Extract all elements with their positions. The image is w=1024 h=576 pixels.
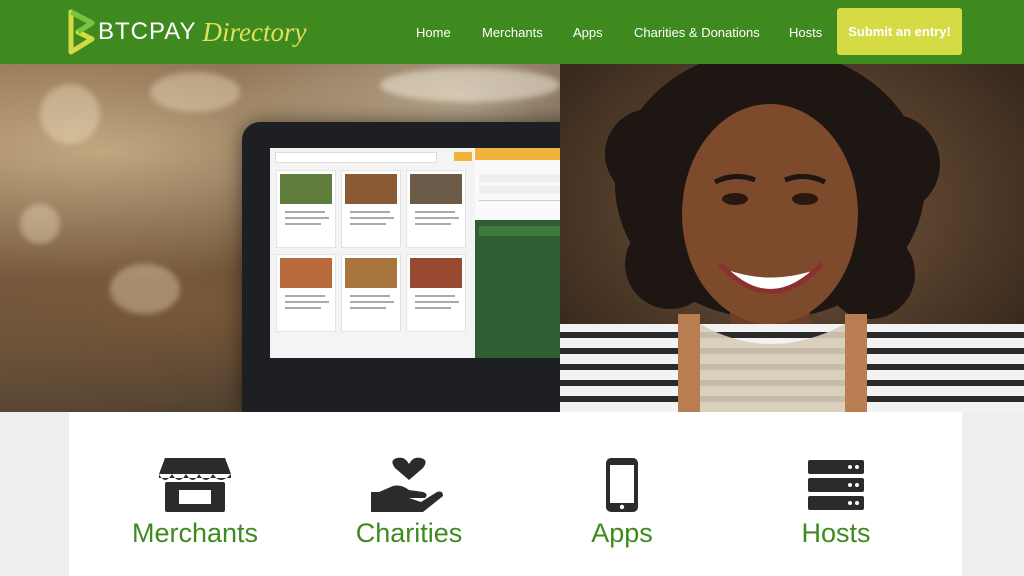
category-merchants[interactable]: Merchants: [95, 412, 295, 576]
pos-search-button: [454, 152, 472, 161]
heart-hand-icon: [371, 457, 443, 512]
logo-text: BTCPAY: [98, 18, 197, 45]
tablet-device: [242, 122, 607, 412]
category-section: Merchants Charities Apps Hosts: [69, 412, 962, 576]
category-label: Hosts: [801, 518, 871, 548]
pos-search-field: [275, 152, 437, 163]
btcpay-logo-icon: [68, 9, 95, 55]
category-hosts[interactable]: Hosts: [736, 412, 936, 576]
nav-apps[interactable]: Apps: [573, 25, 603, 40]
category-label: Charities: [355, 518, 463, 548]
nav-charities-donations[interactable]: Charities & Donations: [634, 25, 760, 40]
category-charities[interactable]: Charities: [309, 412, 509, 576]
submit-entry-button[interactable]: Submit an entry!: [837, 8, 962, 55]
category-apps[interactable]: Apps: [522, 412, 722, 576]
category-label: Merchants: [131, 518, 259, 548]
nav-hosts[interactable]: Hosts: [789, 25, 822, 40]
logo-script-text: Directory: [202, 16, 307, 47]
nav-merchants[interactable]: Merchants: [482, 25, 543, 40]
smartphone-icon: [606, 458, 638, 512]
site-header: BTCPAY Directory Home Merchants Apps Cha…: [0, 0, 1024, 64]
category-label: Apps: [591, 518, 653, 548]
hero-person-photo: [560, 64, 1024, 412]
store-icon: [159, 458, 231, 512]
pos-screen: [270, 148, 582, 358]
hero-banner: [0, 64, 1024, 412]
nav-home[interactable]: Home: [416, 25, 451, 40]
server-icon: [808, 460, 864, 510]
site-logo[interactable]: BTCPAY Directory: [66, 8, 306, 56]
